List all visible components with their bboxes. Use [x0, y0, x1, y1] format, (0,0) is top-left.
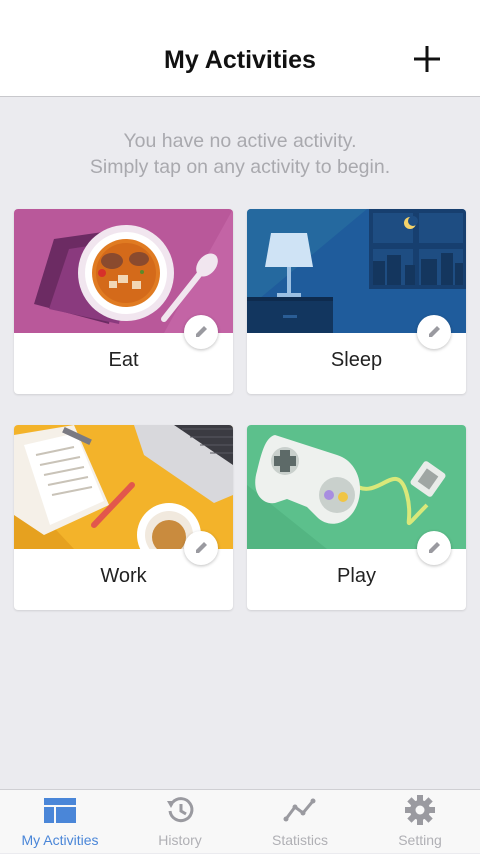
gear-icon: [405, 795, 435, 825]
tab-label: My Activities: [21, 832, 99, 848]
grid-icon: [44, 798, 76, 823]
activity-card-play[interactable]: Play: [247, 425, 466, 610]
tab-label: Setting: [398, 832, 442, 848]
pencil-icon: [196, 326, 207, 337]
pencil-icon: [429, 326, 440, 337]
edit-activity-button[interactable]: [184, 531, 218, 565]
empty-state-line-2: Simply tap on any activity to begin.: [89, 156, 391, 178]
plus-icon: [414, 46, 440, 72]
activity-label-eat: Eat: [108, 349, 139, 371]
activity-label-work: Work: [100, 565, 147, 587]
edit-activity-button[interactable]: [417, 531, 451, 565]
edit-activity-button[interactable]: [417, 315, 451, 349]
activity-card-work[interactable]: Work: [14, 425, 233, 610]
tab-bar: My Activities History Statistics Setting: [0, 789, 480, 853]
page-title: My Activities: [164, 46, 316, 74]
tab-label: Statistics: [271, 832, 328, 848]
line-chart-icon: [283, 798, 316, 822]
activity-label-sleep: Sleep: [330, 349, 383, 371]
activity-label-play: Play: [337, 565, 376, 587]
tab-statistics[interactable]: Statistics: [240, 790, 360, 854]
pencil-icon: [196, 542, 207, 553]
tab-my-activities[interactable]: My Activities: [0, 790, 120, 854]
nav-header: My Activities: [0, 0, 480, 97]
edit-activity-button[interactable]: [184, 315, 218, 349]
tab-setting[interactable]: Setting: [360, 790, 480, 854]
empty-state-message: You have no active activity. Simply tap …: [0, 128, 480, 180]
activity-card-eat[interactable]: Eat: [14, 209, 233, 394]
tab-history[interactable]: History: [120, 790, 240, 854]
add-activity-button[interactable]: [412, 44, 442, 74]
history-icon: [167, 797, 194, 823]
empty-state-line-1: You have no active activity.: [123, 130, 357, 152]
tab-label: History: [158, 832, 202, 848]
pencil-icon: [429, 542, 440, 553]
activity-card-sleep[interactable]: Sleep: [247, 209, 466, 394]
